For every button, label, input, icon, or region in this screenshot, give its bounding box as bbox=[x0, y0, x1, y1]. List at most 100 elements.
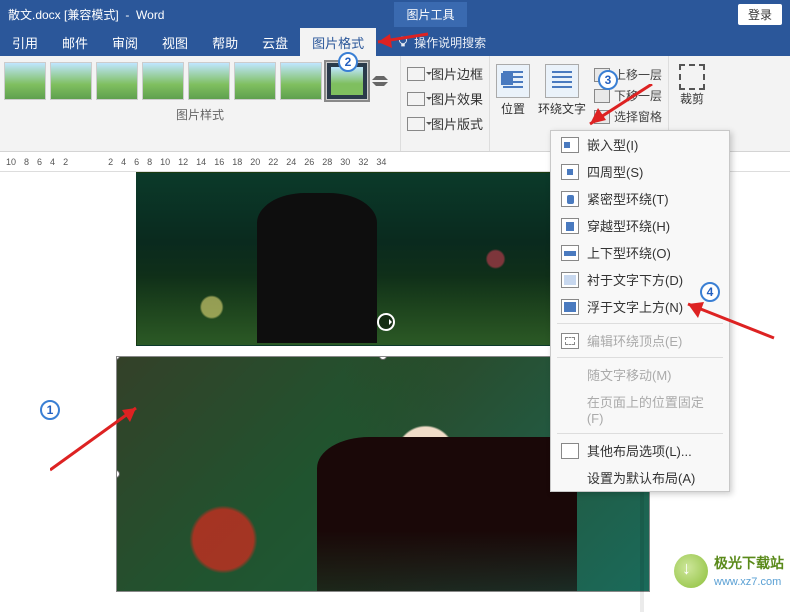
ruler-tick: 14 bbox=[196, 157, 206, 167]
annotation-arrow bbox=[372, 28, 432, 48]
more-layout-label: 其他布局选项(L)... bbox=[587, 441, 692, 460]
wrap-behind-label: 衬于文字下方(D) bbox=[587, 270, 683, 289]
picture-border-button[interactable]: 图片边框 bbox=[407, 64, 483, 83]
wrap-text-button[interactable]: 环绕文字 bbox=[538, 64, 586, 117]
tab-cloud[interactable]: 云盘 bbox=[250, 28, 300, 56]
bring-forward-label: 上移一层 bbox=[614, 66, 662, 83]
wrap-text-icon bbox=[545, 64, 579, 98]
wrap-through-icon bbox=[561, 218, 579, 234]
wrap-square-icon bbox=[561, 164, 579, 180]
set-default-label: 设置为默认布局(A) bbox=[587, 468, 695, 487]
ruler-tick: 32 bbox=[358, 157, 368, 167]
position-label: 位置 bbox=[501, 100, 525, 117]
wrap-topbottom-icon bbox=[561, 245, 579, 261]
more-layout-options-item[interactable]: 其他布局选项(L)... bbox=[551, 437, 729, 464]
style-thumb-4[interactable] bbox=[142, 62, 184, 100]
wrap-square-label: 四周型(S) bbox=[587, 162, 643, 181]
crop-icon bbox=[679, 64, 705, 90]
picture-layout-button[interactable]: 图片版式 bbox=[407, 114, 483, 133]
wrap-through-item[interactable]: 穿越型环绕(H) bbox=[551, 212, 729, 239]
document-title: 散文.docx [兼容模式] - Word bbox=[8, 6, 164, 23]
wrap-square-item[interactable]: 四周型(S) bbox=[551, 158, 729, 185]
wrap-front-icon bbox=[561, 299, 579, 315]
border-icon bbox=[407, 67, 425, 81]
ruler-tick: 2 bbox=[63, 157, 68, 167]
style-thumb-6[interactable] bbox=[234, 62, 276, 100]
ruler-tick: 28 bbox=[322, 157, 332, 167]
wrap-tight-item[interactable]: 紧密型环绕(T) bbox=[551, 185, 729, 212]
layout-label: 图片版式 bbox=[431, 114, 483, 133]
wrap-behind-icon bbox=[561, 272, 579, 288]
border-label: 图片边框 bbox=[431, 64, 483, 83]
app-name: Word bbox=[136, 8, 164, 22]
ruler-tick: 24 bbox=[286, 157, 296, 167]
wrap-topbottom-item[interactable]: 上下型环绕(O) bbox=[551, 239, 729, 266]
tab-view[interactable]: 视图 bbox=[150, 28, 200, 56]
ruler-tick: 12 bbox=[178, 157, 188, 167]
resize-handle[interactable] bbox=[116, 356, 120, 360]
wrap-through-label: 穿越型环绕(H) bbox=[587, 216, 670, 235]
tab-help[interactable]: 帮助 bbox=[200, 28, 250, 56]
ruler-tick: 6 bbox=[37, 157, 42, 167]
style-thumb-5[interactable] bbox=[188, 62, 230, 100]
ruler-tick: 18 bbox=[232, 157, 242, 167]
watermark-site-name: 极光下载站 bbox=[714, 553, 784, 573]
ruler-tick: 2 bbox=[108, 157, 113, 167]
crop-label: 裁剪 bbox=[680, 90, 704, 107]
styles-group-label: 图片样式 bbox=[0, 106, 400, 127]
ruler-tick: 10 bbox=[160, 157, 170, 167]
wrap-front-label: 浮于文字上方(N) bbox=[587, 297, 683, 316]
fix-position-item: 在页面上的位置固定(F) bbox=[551, 388, 729, 430]
annotation-arrow bbox=[582, 84, 662, 134]
wrap-tight-label: 紧密型环绕(T) bbox=[587, 189, 669, 208]
resize-handle[interactable] bbox=[379, 356, 387, 360]
ruler-tick: 30 bbox=[340, 157, 350, 167]
ruler-tick: 8 bbox=[147, 157, 152, 167]
doc-name: 散文.docx [兼容模式] bbox=[8, 8, 119, 22]
annotation-arrow bbox=[50, 400, 150, 480]
annotation-marker-4: 4 bbox=[700, 282, 720, 302]
ruler-tick: 4 bbox=[121, 157, 126, 167]
more-layout-icon bbox=[561, 443, 579, 459]
position-icon bbox=[496, 64, 530, 98]
ruler-tick: 6 bbox=[134, 157, 139, 167]
style-thumb-2[interactable] bbox=[50, 62, 92, 100]
login-button[interactable]: 登录 bbox=[738, 4, 782, 25]
annotation-arrow bbox=[682, 298, 782, 348]
watermark-logo-icon bbox=[674, 554, 708, 588]
ruler-tick: 8 bbox=[24, 157, 29, 167]
fix-position-label: 在页面上的位置固定(F) bbox=[587, 392, 719, 426]
style-thumb-1[interactable] bbox=[4, 62, 46, 100]
ruler-tick: 22 bbox=[268, 157, 278, 167]
move-with-text-item: 随文字移动(M) bbox=[551, 361, 729, 388]
annotation-marker-3: 3 bbox=[598, 70, 618, 90]
style-gallery-more[interactable] bbox=[372, 72, 388, 90]
ruler-tick: 4 bbox=[50, 157, 55, 167]
annotation-marker-1: 1 bbox=[40, 400, 60, 420]
wrap-topbottom-label: 上下型环绕(O) bbox=[587, 243, 671, 262]
effects-label: 图片效果 bbox=[431, 89, 483, 108]
ruler-tick: 34 bbox=[376, 157, 386, 167]
picture-styles-group: 图片样式 bbox=[0, 56, 400, 151]
title-bar: 散文.docx [兼容模式] - Word 图片工具 登录 bbox=[0, 0, 790, 28]
contextual-tool-tab: 图片工具 bbox=[394, 2, 466, 27]
tab-references[interactable]: 引用 bbox=[0, 28, 50, 56]
set-default-layout-item[interactable]: 设置为默认布局(A) bbox=[551, 464, 729, 491]
annotation-marker-2: 2 bbox=[338, 52, 358, 72]
style-thumb-7[interactable] bbox=[280, 62, 322, 100]
tab-mailings[interactable]: 邮件 bbox=[50, 28, 100, 56]
watermark: 极光下载站 www.xz7.com bbox=[674, 553, 784, 588]
style-thumb-3[interactable] bbox=[96, 62, 138, 100]
position-button[interactable]: 位置 bbox=[496, 64, 530, 117]
picture-effects-button[interactable]: 图片效果 bbox=[407, 89, 483, 108]
rotate-handle-icon[interactable] bbox=[377, 313, 395, 331]
tab-picture-format[interactable]: 图片格式 bbox=[300, 28, 376, 56]
effects-icon bbox=[407, 92, 425, 106]
wrap-label: 环绕文字 bbox=[538, 100, 586, 117]
wrap-inline-item[interactable]: 嵌入型(I) bbox=[551, 131, 729, 158]
menu-separator bbox=[557, 433, 723, 434]
menu-separator bbox=[557, 357, 723, 358]
tab-review[interactable]: 审阅 bbox=[100, 28, 150, 56]
picture-format-group: 图片边框 图片效果 图片版式 bbox=[400, 56, 490, 151]
ruler-tick: 26 bbox=[304, 157, 314, 167]
